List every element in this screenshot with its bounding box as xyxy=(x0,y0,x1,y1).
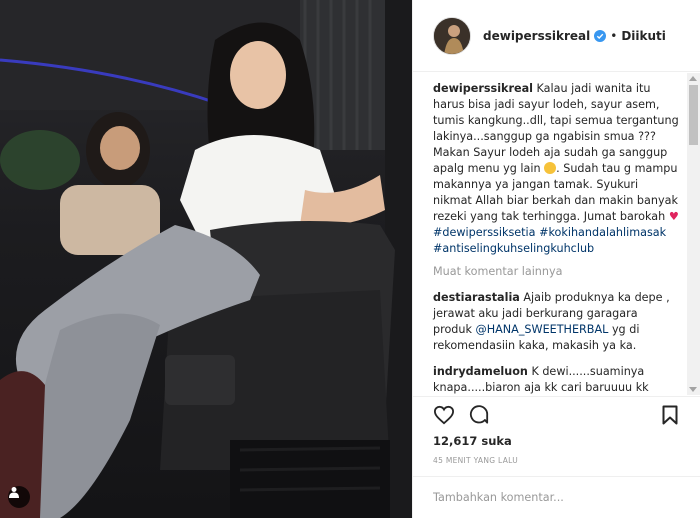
heart-emoji-icon: ♥ xyxy=(668,210,679,223)
smiley-emoji-icon xyxy=(544,162,557,174)
comment-item: destiarastalia Ajaib produknya ka depe ,… xyxy=(433,290,679,354)
add-comment-section xyxy=(413,476,700,518)
comment-username[interactable]: indrydameluon xyxy=(433,365,528,378)
hashtag-link[interactable]: #antiselingkuhselingkuhclub xyxy=(433,242,594,255)
like-count[interactable]: 12,617 suka xyxy=(433,434,512,448)
caption: dewiperssikreal Kalau jadi wanita itu ha… xyxy=(433,81,679,257)
comment-input[interactable] xyxy=(433,491,684,504)
photo-scene xyxy=(0,0,412,518)
separator-dot: • xyxy=(610,28,618,43)
speech-bubble-icon[interactable] xyxy=(469,405,489,425)
post-side-panel: dewiperssikreal • Diikuti dewiperssikrea… xyxy=(412,0,700,518)
scroll-down-arrow-icon[interactable] xyxy=(689,387,697,392)
person-icon xyxy=(9,487,19,498)
post-timestamp[interactable]: 45 MENIT YANG LALU xyxy=(433,456,518,465)
post-header: dewiperssikreal • Diikuti xyxy=(413,0,700,72)
hashtag-link[interactable]: #kokihandalahlimasak xyxy=(539,226,666,239)
avatar-image xyxy=(434,17,470,54)
user-tag-button[interactable] xyxy=(8,486,30,508)
avatar[interactable] xyxy=(433,16,471,55)
header-username[interactable]: dewiperssikreal xyxy=(483,29,590,43)
mention-link[interactable]: @HANA_SWEETHERBAL xyxy=(476,323,609,336)
post-photo[interactable] xyxy=(0,0,412,518)
caption-username[interactable]: dewiperssikreal xyxy=(433,82,533,95)
scroll-up-arrow-icon[interactable] xyxy=(689,76,697,81)
comments-scrollbar[interactable] xyxy=(687,73,700,395)
comment-username[interactable]: destiarastalia xyxy=(433,291,520,304)
hashtag-link[interactable]: #dewiperssiksetia xyxy=(433,226,536,239)
bookmark-icon[interactable] xyxy=(662,405,678,425)
verified-badge-icon xyxy=(594,29,607,42)
comment-item: indrydameluon K dewi......suaminya knapa… xyxy=(433,364,679,395)
comments-list[interactable]: dewiperssikreal Kalau jadi wanita itu ha… xyxy=(413,73,687,395)
follow-status-button[interactable]: Diikuti xyxy=(621,29,666,43)
action-bar xyxy=(413,396,700,434)
heart-outline-icon[interactable] xyxy=(433,405,455,425)
load-more-comments-link[interactable]: Muat komentar lainnya xyxy=(433,265,679,278)
scrollbar-thumb[interactable] xyxy=(689,85,698,145)
